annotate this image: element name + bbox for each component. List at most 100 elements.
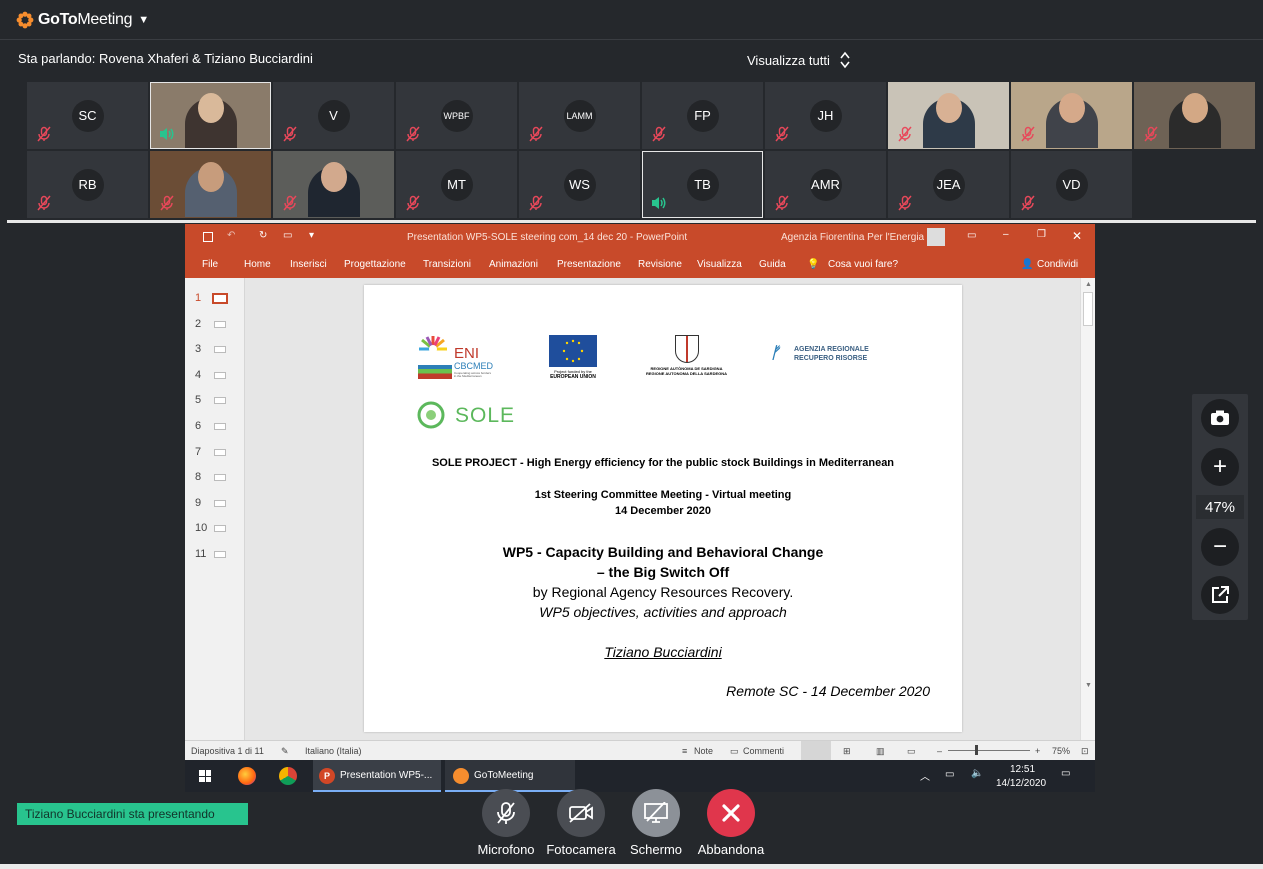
participant-tile[interactable] [150, 151, 271, 218]
ribbon-tab[interactable]: Transizioni [423, 259, 471, 270]
slide-thumbnail-pane: 1 2 3 4 5 6 7 8 9 10 11 [185, 278, 245, 740]
participant-grid: SC V WPBF LAMM FP JH RB MT WS TB AMR JEA VD [27, 82, 1255, 220]
microphone-button[interactable]: Microfono [466, 789, 546, 857]
participant-initials: FP [686, 99, 719, 132]
participant-tile[interactable]: RB [27, 151, 148, 218]
participant-tile[interactable] [150, 82, 271, 149]
participant-tile[interactable] [273, 151, 394, 218]
ribbon-tab[interactable]: File [202, 259, 218, 270]
mic-muted-icon [529, 126, 543, 142]
screen-share-button[interactable]: Schermo [616, 789, 696, 857]
participant-tile[interactable]: MT [396, 151, 517, 218]
slide-thumbnail[interactable]: 1 [185, 288, 245, 308]
camera-label: Fotocamera [546, 842, 616, 857]
clock-date: 14/12/2020 [996, 778, 1047, 789]
slide-thumbnail-preview [214, 474, 226, 482]
mic-muted-icon [1021, 195, 1035, 211]
slide-thumbnail[interactable]: 6 [185, 416, 245, 436]
mic-speaking-icon [160, 128, 174, 140]
customize-qat-icon: ▾ [309, 230, 315, 241]
participant-tile[interactable]: FP [642, 82, 763, 149]
zoom-slider[interactable] [948, 750, 1030, 751]
slide-thumbnail[interactable]: 4 [185, 365, 245, 385]
participant-initials: VD [1055, 168, 1088, 201]
volume-icon[interactable]: 🔈 [971, 768, 983, 779]
ribbon-tab[interactable]: Inserisci [290, 259, 327, 270]
sardinia-name-2: REGIONE AUTONOMA DELLA SARDEGNA [645, 371, 728, 376]
firefox-icon[interactable] [238, 767, 256, 785]
slide-thumbnail-preview [214, 448, 226, 456]
participant-tile[interactable] [1134, 82, 1255, 149]
slide-thumbnail[interactable]: 3 [185, 339, 245, 359]
agency-logo: ᚠ AGENZIA REGIONALE RECUPERO RISORSE [770, 343, 895, 363]
reading-view-icon[interactable]: ▥ [876, 746, 885, 757]
windows-start-icon[interactable] [199, 770, 211, 782]
ribbon-tab[interactable]: Home [244, 259, 271, 270]
participant-tile[interactable]: AMR [765, 151, 886, 218]
slide-thumbnail[interactable]: 10 [185, 518, 245, 538]
slide-thumbnail[interactable]: 9 [185, 493, 245, 513]
zoom-in-button[interactable]: + [1201, 448, 1239, 486]
participant-tile[interactable]: LAMM [519, 82, 640, 149]
slideshow-icon[interactable]: ▭ [907, 746, 916, 757]
participant-tile[interactable]: WPBF [396, 82, 517, 149]
participant-initials: SC [71, 99, 104, 132]
ribbon-tab[interactable]: Guida [759, 259, 786, 270]
mic-muted-icon [1021, 126, 1035, 142]
agency-line-1: AGENZIA REGIONALE [794, 346, 869, 353]
view-all-button[interactable]: Visualizza tutti [747, 51, 850, 69]
restore-icon: ❐ [1037, 229, 1046, 240]
slide-thumbnail-preview [214, 346, 226, 354]
taskbar-item-powerpoint[interactable]: P Presentation WP5-... [313, 760, 441, 792]
minus-icon: − [1212, 533, 1227, 560]
chrome-icon[interactable] [279, 767, 297, 785]
participant-tile[interactable]: JH [765, 82, 886, 149]
participant-initials: RB [71, 168, 104, 201]
zoom-in-icon[interactable]: + [1035, 746, 1040, 756]
gotomeeting-logo-icon [16, 11, 34, 29]
participant-tile[interactable] [1011, 82, 1132, 149]
powerpoint-window-title: Presentation WP5-SOLE steering com_14 de… [407, 232, 688, 243]
slide-thumbnail[interactable]: 5 [185, 390, 245, 410]
by-line: by Regional Agency Resources Recovery. [532, 584, 794, 600]
ribbon-tab[interactable]: Presentazione [557, 259, 621, 270]
powerpoint-title-bar: ↶ ↻ ▭ ▾ Presentation WP5-SOLE steering c… [185, 224, 1095, 252]
zoom-out-button[interactable]: − [1201, 528, 1239, 566]
app-name-bold: GoTo [38, 10, 78, 28]
slide-thumbnail[interactable]: 7 [185, 442, 245, 462]
participant-tile[interactable]: JEA [888, 151, 1009, 218]
participant-tile[interactable]: VD [1011, 151, 1132, 218]
leave-button[interactable]: Abbandona [691, 789, 771, 857]
participant-tile[interactable]: WS [519, 151, 640, 218]
slide-thumbnail[interactable]: 11 [185, 544, 245, 564]
normal-view-icon[interactable] [801, 741, 831, 760]
ribbon-tab[interactable]: Animazioni [489, 259, 538, 270]
app-menu-caret-icon[interactable]: ▼ [138, 14, 149, 26]
participant-tile[interactable] [888, 82, 1009, 149]
comments-button[interactable]: Commenti [743, 746, 784, 756]
slide-thumbnail[interactable]: 8 [185, 467, 245, 487]
app-name[interactable]: GoToMeeting [38, 10, 133, 29]
save-icon [203, 232, 213, 242]
fit-slide-icon[interactable]: ⊡ [1081, 746, 1089, 757]
ribbon-tab[interactable]: Revisione [638, 259, 682, 270]
notes-button[interactable]: Note [694, 746, 713, 756]
windows-taskbar: P Presentation WP5-... GoToMeeting ︿ ▭ 🔈… [185, 760, 1095, 792]
close-icon: ✕ [1072, 229, 1083, 243]
participant-tile[interactable]: V [273, 82, 394, 149]
ribbon-tab[interactable]: Visualizza [697, 259, 742, 270]
notifications-icon[interactable]: ▭ [1061, 768, 1070, 779]
participant-tile[interactable]: SC [27, 82, 148, 149]
slide-thumbnail[interactable]: 2 [185, 314, 245, 334]
zoom-slider-thumb [975, 745, 978, 755]
screenshot-button[interactable] [1201, 399, 1239, 437]
tray-chevron-icon[interactable]: ︿ [920, 768, 930, 783]
slide-sorter-icon[interactable]: ⊞ [843, 746, 851, 757]
zoom-out-icon[interactable]: – [937, 746, 942, 756]
camera-button[interactable]: Fotocamera [541, 789, 621, 857]
participant-tile[interactable]: TB [642, 151, 763, 218]
pop-out-button[interactable] [1201, 576, 1239, 614]
ribbon-tab[interactable]: Progettazione [344, 259, 406, 270]
vertical-scrollbar[interactable]: ▲ ▼ [1080, 278, 1095, 740]
taskbar-item-gotomeeting[interactable]: GoToMeeting [445, 760, 575, 792]
